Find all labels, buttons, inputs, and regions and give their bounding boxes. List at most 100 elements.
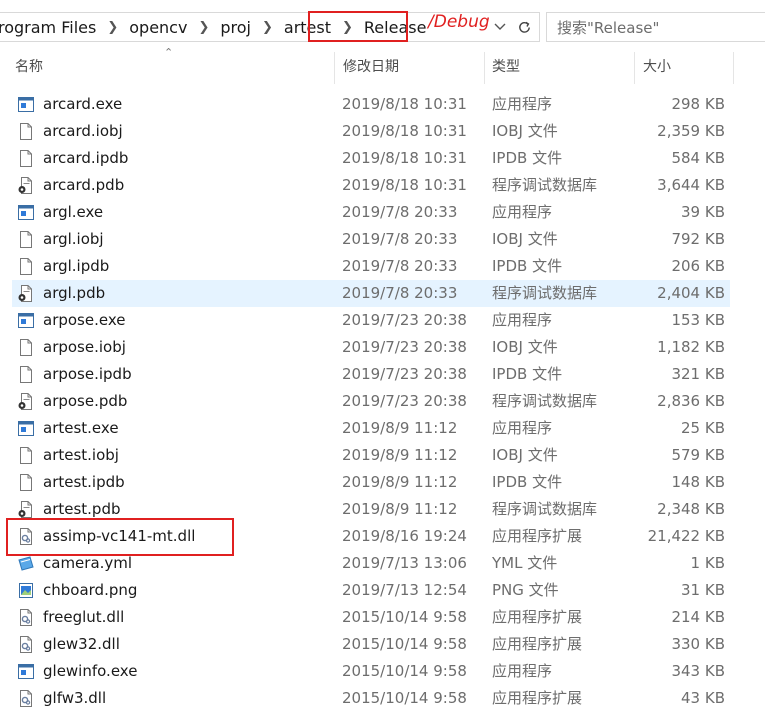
file-type: 程序调试数据库	[492, 176, 598, 194]
exe-icon	[18, 204, 34, 221]
file-date: 2019/7/8 20:33	[342, 203, 458, 221]
breadcrumb-opencv[interactable]: opencv	[125, 18, 191, 37]
file-name: glew32.dll	[43, 635, 120, 653]
file-date: 2019/7/8 20:33	[342, 284, 458, 302]
address-history-button[interactable]	[488, 13, 512, 41]
file-size: 321 KB	[671, 365, 725, 383]
file-row[interactable]: arcard.ipdb 2019/8/18 10:31 IPDB 文件 584 KB	[12, 145, 730, 172]
file-row[interactable]: glewinfo.exe 2015/10/14 9:58 应用程序 343 KB	[12, 658, 730, 685]
column-size[interactable]: 大小	[634, 52, 734, 84]
file-date: 2019/8/18 10:31	[342, 149, 467, 167]
breadcrumb-program-files[interactable]: rogram Files	[0, 18, 100, 37]
file-date: 2019/8/18 10:31	[342, 176, 467, 194]
file-size: 39 KB	[681, 203, 725, 221]
file-row[interactable]: arpose.pdb 2019/7/23 20:38 程序调试数据库 2,836 KB	[12, 388, 730, 415]
file-row[interactable]: glfw3.dll 2015/10/14 9:58 应用程序扩展 43 KB	[12, 685, 730, 712]
file-type: IOBJ 文件	[492, 338, 558, 356]
exe-icon	[18, 312, 34, 329]
file-row[interactable]: arcard.exe 2019/8/18 10:31 应用程序 298 KB	[12, 91, 730, 118]
file-type: IOBJ 文件	[492, 446, 558, 464]
refresh-button[interactable]	[512, 13, 536, 41]
search-input[interactable]	[555, 14, 759, 42]
file-size: 153 KB	[671, 311, 725, 329]
file-type: 应用程序	[492, 95, 553, 113]
file-row[interactable]: argl.iobj 2019/7/8 20:33 IOBJ 文件 792 KB	[12, 226, 730, 253]
file-type: PNG 文件	[492, 581, 559, 599]
file-row[interactable]: arpose.exe 2019/7/23 20:38 应用程序 153 KB	[12, 307, 730, 334]
file-name: argl.iobj	[43, 230, 104, 248]
file-date: 2019/7/23 20:38	[342, 311, 467, 329]
file-size: 330 KB	[671, 635, 725, 653]
file-type: 程序调试数据库	[492, 500, 598, 518]
file-date: 2019/8/16 19:24	[342, 527, 467, 545]
file-name: arpose.ipdb	[43, 365, 132, 383]
refresh-icon	[518, 21, 530, 33]
file-row[interactable]: argl.exe 2019/7/8 20:33 应用程序 39 KB	[12, 199, 730, 226]
file-name: arcard.iobj	[43, 122, 123, 140]
file-row[interactable]: artest.ipdb 2019/8/9 11:12 IPDB 文件 148 KB	[12, 469, 730, 496]
file-date: 2019/8/9 11:12	[342, 473, 458, 491]
file-size: 343 KB	[671, 662, 725, 680]
pdb-icon	[18, 501, 34, 518]
file-name: arcard.exe	[43, 95, 123, 113]
file-type: IOBJ 文件	[492, 230, 558, 248]
file-name: chboard.png	[43, 581, 138, 599]
file-row[interactable]: arcard.iobj 2019/8/18 10:31 IOBJ 文件 2,359 K…	[12, 118, 730, 145]
file-icon	[18, 123, 34, 140]
file-type: 程序调试数据库	[492, 392, 598, 410]
column-name[interactable]: 名称	[15, 52, 333, 84]
file-icon	[18, 231, 34, 248]
file-date: 2015/10/14 9:58	[342, 608, 467, 626]
search-box[interactable]	[546, 12, 765, 42]
breadcrumb-chevron-icon[interactable]: ❯	[191, 20, 216, 35]
column-type[interactable]: 类型	[484, 52, 634, 84]
file-row[interactable]: freeglut.dll 2015/10/14 9:58 应用程序扩展 214 KB	[12, 604, 730, 631]
file-type: 应用程序扩展	[492, 689, 583, 707]
file-name: artest.exe	[43, 419, 119, 437]
file-type: 应用程序	[492, 203, 553, 221]
file-size: 2,836 KB	[657, 392, 725, 410]
file-type: 应用程序扩展	[492, 527, 583, 545]
dll-icon	[18, 636, 34, 653]
file-name: glewinfo.exe	[43, 662, 138, 680]
file-row[interactable]: glew32.dll 2015/10/14 9:58 应用程序扩展 330 KB	[12, 631, 730, 658]
file-icon	[18, 150, 34, 167]
file-row[interactable]: arpose.ipdb 2019/7/23 20:38 IPDB 文件 321 KB	[12, 361, 730, 388]
file-date: 2019/7/13 12:54	[342, 581, 467, 599]
file-size: 214 KB	[671, 608, 725, 626]
file-type: IOBJ 文件	[492, 122, 558, 140]
file-type: 程序调试数据库	[492, 284, 598, 302]
column-date[interactable]: 修改日期	[334, 52, 484, 84]
file-date: 2019/7/23 20:38	[342, 392, 467, 410]
file-row[interactable]: arpose.iobj 2019/7/23 20:38 IOBJ 文件 1,182 K…	[12, 334, 730, 361]
file-date: 2019/8/9 11:12	[342, 419, 458, 437]
file-name: arpose.iobj	[43, 338, 126, 356]
file-icon	[18, 258, 34, 275]
file-name: arcard.pdb	[43, 176, 125, 194]
file-row[interactable]: artest.exe 2019/8/9 11:12 应用程序 25 KB	[12, 415, 730, 442]
file-type: YML 文件	[492, 554, 558, 572]
file-size: 3,644 KB	[657, 176, 725, 194]
breadcrumb-proj[interactable]: proj	[216, 18, 255, 37]
breadcrumb-chevron-icon[interactable]: ❯	[100, 20, 125, 35]
breadcrumb-chevron-icon[interactable]: ❯	[255, 20, 280, 35]
navigation-bar: rogram Files ❯ opencv ❯ proj ❯ artest ❯ …	[0, 0, 765, 52]
file-date: 2019/8/18 10:31	[342, 95, 467, 113]
file-type: IPDB 文件	[492, 473, 563, 491]
sort-ascending-icon: ⌃	[164, 46, 174, 59]
file-icon	[18, 474, 34, 491]
file-row[interactable]: argl.pdb 2019/7/8 20:33 程序调试数据库 2,404 KB	[12, 280, 730, 307]
file-type: 应用程序	[492, 419, 553, 437]
file-row[interactable]: argl.ipdb 2019/7/8 20:33 IPDB 文件 206 KB	[12, 253, 730, 280]
file-size: 2,404 KB	[657, 284, 725, 302]
dll-icon	[18, 609, 34, 626]
exe-icon	[18, 663, 34, 680]
file-name: argl.ipdb	[43, 257, 110, 275]
file-size: 584 KB	[671, 149, 725, 167]
file-size: 298 KB	[671, 95, 725, 113]
file-size: 206 KB	[671, 257, 725, 275]
file-row[interactable]: artest.iobj 2019/8/9 11:12 IOBJ 文件 579 KB	[12, 442, 730, 469]
file-row[interactable]: chboard.png 2019/7/13 12:54 PNG 文件 31 KB	[12, 577, 730, 604]
file-date: 2019/8/18 10:31	[342, 122, 467, 140]
file-row[interactable]: arcard.pdb 2019/8/18 10:31 程序调试数据库 3,644 KB	[12, 172, 730, 199]
